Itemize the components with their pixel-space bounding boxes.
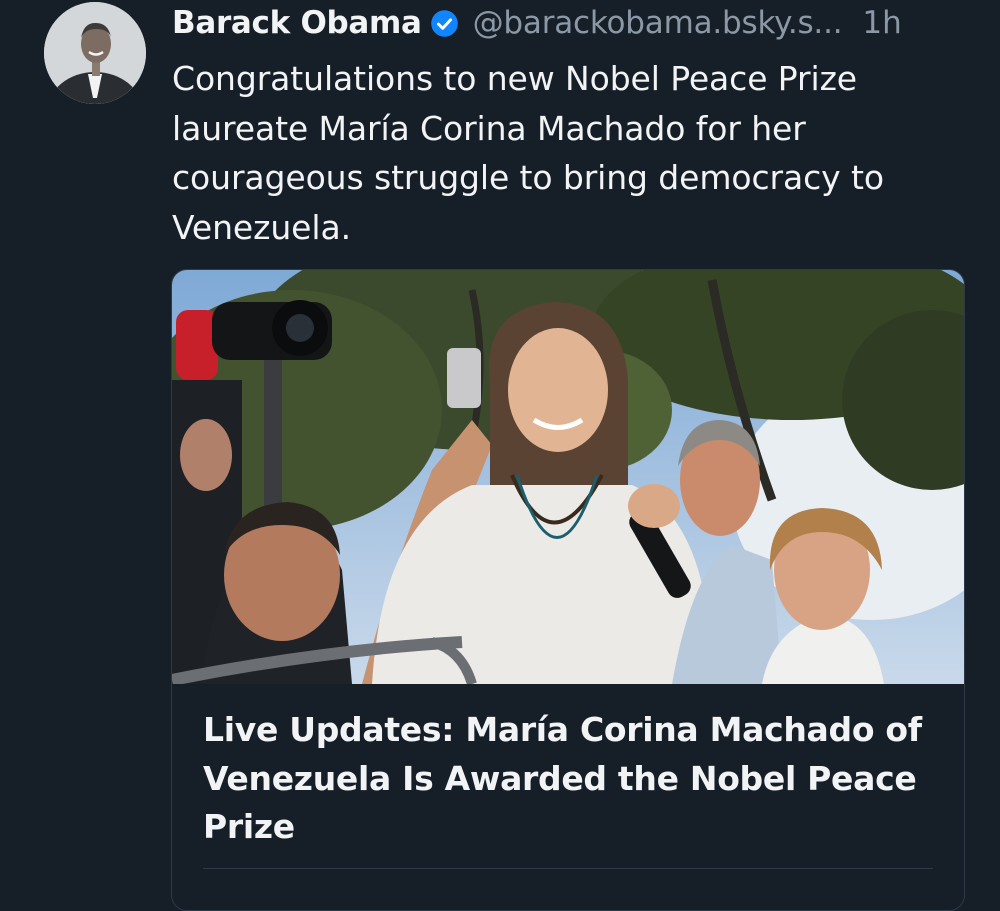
verified-badge-icon	[430, 9, 459, 38]
post-timestamp[interactable]: 1h	[862, 5, 901, 41]
post-header: Barack Obama @barackobama.bsky.s... 1h	[172, 0, 992, 46]
link-card-image	[172, 270, 964, 684]
external-link-card[interactable]: Live Updates: María Corina Machado of Ve…	[171, 269, 965, 911]
author-avatar[interactable]	[44, 2, 146, 104]
link-card-divider	[203, 868, 933, 869]
news-photo-crowd-icon	[172, 270, 964, 684]
post-text: Congratulations to new Nobel Peace Prize…	[172, 59, 884, 247]
avatar-portrait-icon	[44, 2, 146, 104]
feed-post[interactable]: Barack Obama @barackobama.bsky.s... 1h C…	[0, 0, 1000, 911]
author-handle[interactable]: @barackobama.bsky.s...	[473, 5, 843, 41]
link-card-title[interactable]: Live Updates: María Corina Machado of Ve…	[203, 706, 943, 852]
author-display-name[interactable]: Barack Obama	[172, 5, 422, 41]
